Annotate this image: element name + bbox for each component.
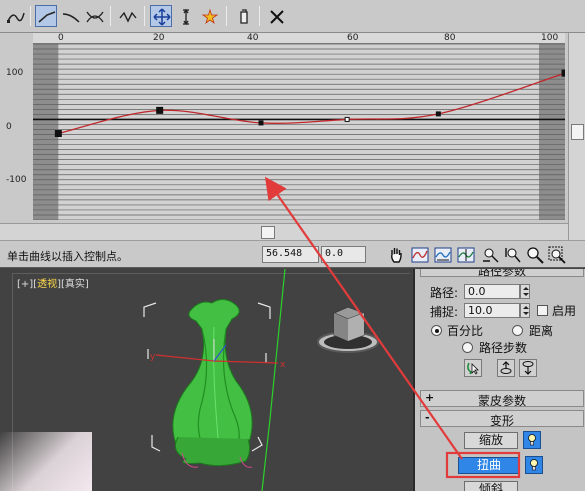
curve-control-point[interactable]: [156, 106, 164, 114]
linear-curve-icon[interactable]: [35, 5, 57, 27]
x-tick-label: 40: [247, 33, 259, 43]
vertical-scroll-thumb[interactable]: [571, 124, 584, 140]
curve-icon[interactable]: [4, 5, 26, 27]
status-message: 单击曲线以插入控制点。: [7, 250, 128, 263]
path-spinner[interactable]: [520, 284, 530, 299]
path-steps-label: 路径步数: [479, 341, 528, 355]
out-of-range-right: [539, 44, 565, 220]
loft-path-line: [261, 269, 286, 491]
deformation-title: 变形: [489, 414, 514, 428]
twist-button[interactable]: 扭曲: [458, 457, 520, 474]
viewport-view-label[interactable]: 透视: [37, 279, 57, 290]
x-tick-label: 0: [58, 33, 64, 43]
scale-bulb-icon[interactable]: [523, 431, 541, 449]
curve-editor-toolbar: [0, 0, 585, 33]
plot-background: [33, 44, 565, 220]
zoom-icon[interactable]: [525, 245, 545, 265]
delete-point-icon[interactable]: [232, 5, 254, 27]
skin-parameters-title: 蒙皮参数: [477, 394, 526, 408]
move-control-point-icon[interactable]: [150, 5, 172, 27]
out-of-range-left: [33, 44, 59, 220]
percent-label: 百分比: [447, 324, 484, 338]
path-label: 路径:: [430, 286, 459, 300]
reset-curve-icon[interactable]: [265, 5, 287, 27]
distance-label: 距离: [529, 324, 554, 338]
viewcube[interactable]: [317, 306, 379, 353]
snap-value-field[interactable]: 10.0: [464, 303, 520, 318]
x-tick-label: 80: [444, 33, 456, 43]
zoom-extents-icon[interactable]: [410, 245, 430, 265]
command-panel: 路径参数 路径: 0.0 捕捉: 10.0 启用 百分比 距离 路径步数 + 蒙…: [413, 269, 585, 491]
x-tick-label: 100: [541, 33, 559, 43]
tilt-button[interactable]: 倾斜: [464, 481, 518, 491]
x-tick-label: 20: [153, 33, 165, 43]
svg-text:y: y: [150, 352, 156, 362]
y-value-field[interactable]: 0.0: [321, 246, 366, 263]
y-tick-label: -100: [6, 175, 27, 185]
enable-label: 启用: [552, 304, 577, 318]
skin-parameters-rollout[interactable]: + 蒙皮参数: [420, 390, 584, 408]
curve-control-point[interactable]: [344, 116, 350, 122]
x-value-field[interactable]: 56.548: [262, 246, 319, 263]
path-parameters-rollout[interactable]: 路径参数: [420, 269, 584, 278]
zoom-horizontal-icon[interactable]: [481, 245, 501, 265]
percent-radio[interactable]: [431, 325, 442, 336]
viewport-menu-prefix[interactable]: [+][: [17, 279, 37, 290]
deformation-rollout[interactable]: - 变形: [420, 410, 584, 428]
previous-shape-icon[interactable]: [497, 359, 515, 377]
x-axis-ruler: 0 20 40 60 80 100: [33, 33, 565, 44]
scale-point-icon[interactable]: [174, 5, 196, 27]
curve-control-point[interactable]: [435, 111, 441, 117]
snap-label: 捕捉:: [430, 305, 459, 319]
zoom-region-icon[interactable]: [547, 245, 567, 265]
twist-bulb-icon[interactable]: [525, 456, 543, 474]
y-tick-label: 0: [6, 122, 12, 132]
path-value-field[interactable]: 0.0: [464, 284, 520, 299]
distance-radio[interactable]: [512, 325, 523, 336]
zoom-horizontal-extents-icon[interactable]: [433, 245, 453, 265]
x-tick-label: 60: [347, 33, 359, 43]
scale-button[interactable]: 缩放: [464, 432, 518, 449]
curve-plot[interactable]: [33, 44, 565, 220]
deformation-curve-graph[interactable]: 0 20 40 60 80 100 100 0 -100: [0, 33, 585, 240]
pick-shape-icon[interactable]: [464, 359, 482, 377]
insert-point-icon[interactable]: [83, 5, 105, 27]
status-bar: 单击曲线以插入控制点。 56.548 0.0: [0, 240, 585, 268]
smooth-curve-icon[interactable]: [59, 5, 81, 27]
curve-control-point[interactable]: [54, 130, 62, 138]
corner-fade: [0, 432, 92, 491]
horizontal-scrollbar[interactable]: [0, 223, 568, 240]
zoom-vertical-extents-icon[interactable]: [456, 245, 476, 265]
sine-wave-icon[interactable]: [116, 5, 138, 27]
twisted-vase-model[interactable]: [172, 299, 253, 468]
path-parameters-title: 路径参数: [477, 269, 526, 278]
enable-checkbox[interactable]: [537, 305, 548, 316]
zoom-vertical-icon[interactable]: [503, 245, 523, 265]
pan-hand-icon[interactable]: [386, 245, 406, 265]
viewport-label-separator: ][: [57, 279, 65, 290]
viewport-shading-label[interactable]: 真实: [65, 279, 85, 290]
curve-control-point[interactable]: [258, 120, 264, 126]
path-steps-radio[interactable]: [462, 342, 473, 353]
vertical-scrollbar[interactable]: [568, 33, 585, 240]
insert-corner-icon[interactable]: [198, 5, 220, 27]
viewport-label-suffix: ]: [84, 279, 89, 290]
viewport-label[interactable]: [+][透视][真实]: [17, 275, 89, 290]
y-tick-label: 100: [6, 68, 24, 78]
svg-text:x: x: [280, 360, 286, 370]
curve-control-point[interactable]: [561, 69, 565, 77]
horizontal-scroll-thumb[interactable]: [261, 226, 275, 239]
next-shape-icon[interactable]: [519, 359, 537, 377]
snap-spinner[interactable]: [520, 303, 530, 318]
